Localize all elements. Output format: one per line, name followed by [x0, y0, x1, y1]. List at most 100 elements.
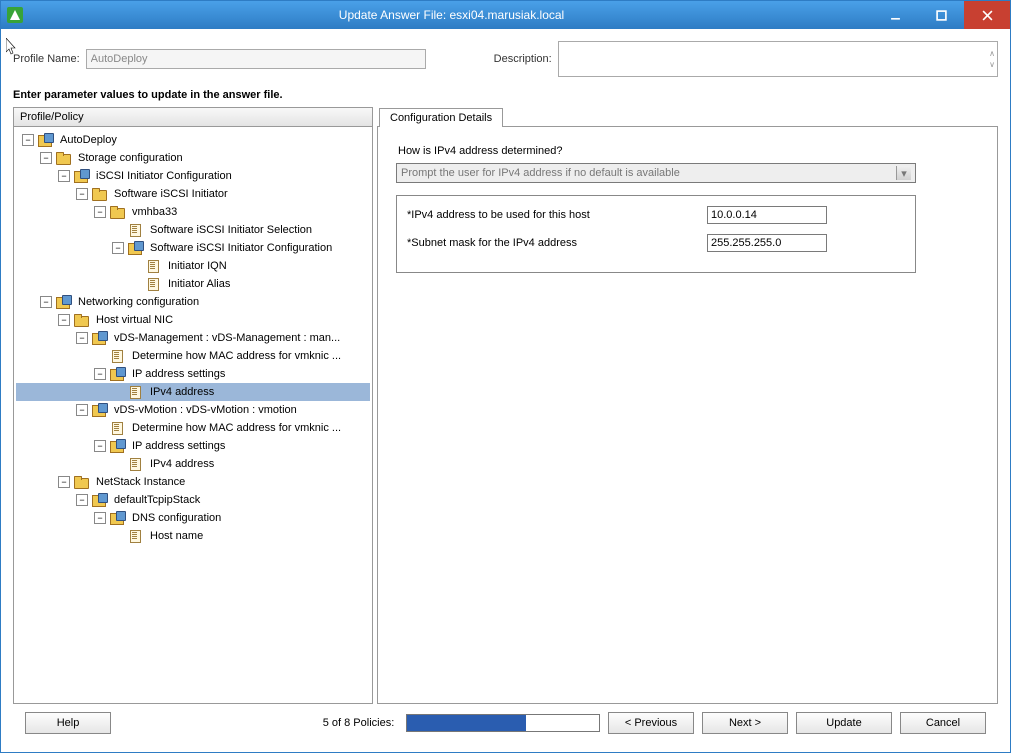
tree-expander[interactable]: −: [76, 494, 88, 506]
document-icon: [127, 223, 143, 237]
tree-label: Determine how MAC address for vmknic ...: [129, 349, 344, 363]
profile-icon: [109, 367, 125, 381]
document-icon: [109, 421, 125, 435]
tree-expander[interactable]: −: [58, 476, 70, 488]
folder-icon: [55, 151, 71, 165]
folder-icon: [73, 475, 89, 489]
tree-label: Initiator IQN: [165, 259, 230, 273]
tree-expander[interactable]: −: [94, 512, 106, 524]
tree-expander[interactable]: −: [22, 134, 34, 146]
tree-ipv4-vmotion[interactable]: IPv4 address: [16, 455, 370, 473]
window-title: Update Answer File: esxi04.marusiak.loca…: [31, 8, 872, 22]
policy-tree[interactable]: −AutoDeploy−Storage configuration−iSCSI …: [14, 127, 372, 703]
tree-label: DNS configuration: [129, 511, 224, 525]
close-button[interactable]: [964, 1, 1010, 29]
tab-configuration-details[interactable]: Configuration Details: [379, 108, 503, 127]
instruction-text: Enter parameter values to update in the …: [13, 89, 998, 101]
profile-name-input[interactable]: [86, 49, 426, 69]
tree-expander: [112, 386, 124, 398]
tree-label: Determine how MAC address for vmknic ...: [129, 421, 344, 435]
tree-netstack[interactable]: −NetStack Instance: [16, 473, 370, 491]
profile-icon: [109, 511, 125, 525]
tree-label: defaultTcpipStack: [111, 493, 203, 507]
tree-expander: [94, 350, 106, 362]
tree-ipv4-mgmt[interactable]: IPv4 address: [16, 383, 370, 401]
tree-expander[interactable]: −: [76, 332, 88, 344]
profile-icon: [91, 331, 107, 345]
minimize-button[interactable]: [872, 1, 918, 29]
document-icon: [145, 277, 161, 291]
tree-expander[interactable]: −: [58, 314, 70, 326]
tree-label: IP address settings: [129, 439, 228, 453]
progress-text: 5 of 8 Policies:: [323, 717, 395, 729]
tree-label: IP address settings: [129, 367, 228, 381]
ipv4-method-dropdown[interactable]: Prompt the user for IPv4 address if no d…: [396, 163, 916, 183]
tree-host-vnic[interactable]: − Host virtual NIC: [16, 311, 370, 329]
tree-expander[interactable]: −: [94, 368, 106, 380]
tree-vds-management[interactable]: − vDS-Management : vDS-Management : man..…: [16, 329, 370, 347]
tree-iscsi-init-config[interactable]: −iSCSI Initiator Configuration: [16, 167, 370, 185]
tree-ip-settings-mgmt[interactable]: − IP address settings: [16, 365, 370, 383]
tree-label: Storage configuration: [75, 151, 186, 165]
description-label: Description:: [494, 53, 552, 65]
tree-host-name[interactable]: Host name: [16, 527, 370, 545]
description-scroll-icon: ∧∨: [989, 49, 995, 69]
tree-expander: [130, 278, 142, 290]
tree-vds-vmotion[interactable]: −vDS-vMotion : vDS-vMotion : vmotion: [16, 401, 370, 419]
tree-label: Initiator Alias: [165, 277, 233, 291]
tree-label: Software iSCSI Initiator Configuration: [147, 241, 335, 255]
tree-expander: [94, 422, 106, 434]
tree-ip-settings-vmotion[interactable]: − IP address settings: [16, 437, 370, 455]
tree-storage-config[interactable]: − Storage configuration: [16, 149, 370, 167]
tree-expander[interactable]: −: [40, 152, 52, 164]
tree-sw-iscsi-initiator[interactable]: −Software iSCSI Initiator: [16, 185, 370, 203]
tree-expander[interactable]: −: [94, 440, 106, 452]
maximize-button[interactable]: [918, 1, 964, 29]
next-button[interactable]: Next >: [702, 712, 788, 734]
tree-expander[interactable]: −: [40, 296, 52, 308]
progress-bar: [406, 714, 600, 732]
update-button[interactable]: Update: [796, 712, 892, 734]
field-subnet-mask[interactable]: [707, 234, 827, 252]
tree-networking-config[interactable]: −Networking configuration: [16, 293, 370, 311]
help-button[interactable]: Help: [25, 712, 111, 734]
cancel-button[interactable]: Cancel: [900, 712, 986, 734]
titlebar: Update Answer File: esxi04.marusiak.loca…: [1, 1, 1010, 29]
tree-mac-vmotion[interactable]: Determine how MAC address for vmknic ...: [16, 419, 370, 437]
tree-vmhba33[interactable]: − vmhba33: [16, 203, 370, 221]
field-subnet-mask-label: *Subnet mask for the IPv4 address: [407, 237, 707, 249]
field-ipv4-address-row: *IPv4 address to be used for this host: [407, 206, 905, 224]
document-icon: [127, 529, 143, 543]
tree-expander[interactable]: −: [76, 188, 88, 200]
tree-expander[interactable]: −: [94, 206, 106, 218]
profile-icon: [55, 295, 71, 309]
tree-iscsi-selection[interactable]: Software iSCSI Initiator Selection: [16, 221, 370, 239]
document-icon: [127, 385, 143, 399]
document-icon: [145, 259, 161, 273]
profile-icon: [127, 241, 143, 255]
tree-iscsi-config[interactable]: − Software iSCSI Initiator Configuration: [16, 239, 370, 257]
tree-expander[interactable]: −: [58, 170, 70, 182]
tree-label: vmhba33: [129, 205, 180, 219]
tree-expander: [130, 260, 142, 272]
document-icon: [109, 349, 125, 363]
tree-expander[interactable]: −: [112, 242, 124, 254]
tree-label: Host virtual NIC: [93, 313, 176, 327]
tree-autodeploy[interactable]: − AutoDeploy: [16, 131, 370, 149]
tree-dns-config[interactable]: − DNS configuration: [16, 509, 370, 527]
tree-label: AutoDeploy: [57, 133, 120, 147]
tree-label: Host name: [147, 529, 206, 543]
previous-button[interactable]: < Previous: [608, 712, 694, 734]
description-textarea[interactable]: ∧∨: [558, 41, 998, 77]
progress-fill: [407, 715, 526, 731]
config-question: How is IPv4 address determined?: [398, 145, 983, 157]
tree-default-tcpip[interactable]: − defaultTcpipStack: [16, 491, 370, 509]
tree-mac-mgmt[interactable]: Determine how MAC address for vmknic ...: [16, 347, 370, 365]
field-ipv4-address[interactable]: [707, 206, 827, 224]
tree-label: vDS-Management : vDS-Management : man...: [111, 331, 343, 345]
chevron-down-icon: ▾: [896, 166, 911, 180]
tree-expander[interactable]: −: [76, 404, 88, 416]
tree-initiator-iqn[interactable]: Initiator IQN: [16, 257, 370, 275]
field-subnet-mask-row: *Subnet mask for the IPv4 address: [407, 234, 905, 252]
tree-initiator-alias[interactable]: Initiator Alias: [16, 275, 370, 293]
